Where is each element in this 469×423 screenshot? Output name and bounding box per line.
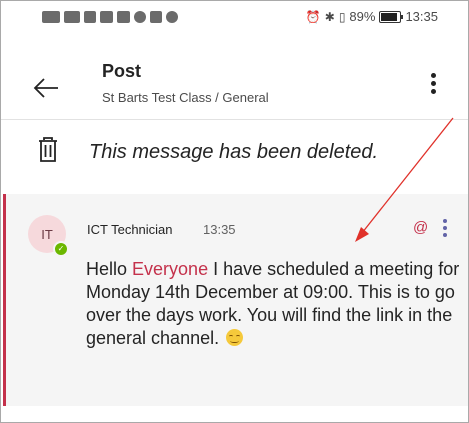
annotation-arrow [355, 117, 454, 242]
screenshot-frame: ⏰ ✱ ▯ 89% 13:35 Post St Barts Test Class… [0, 0, 469, 423]
